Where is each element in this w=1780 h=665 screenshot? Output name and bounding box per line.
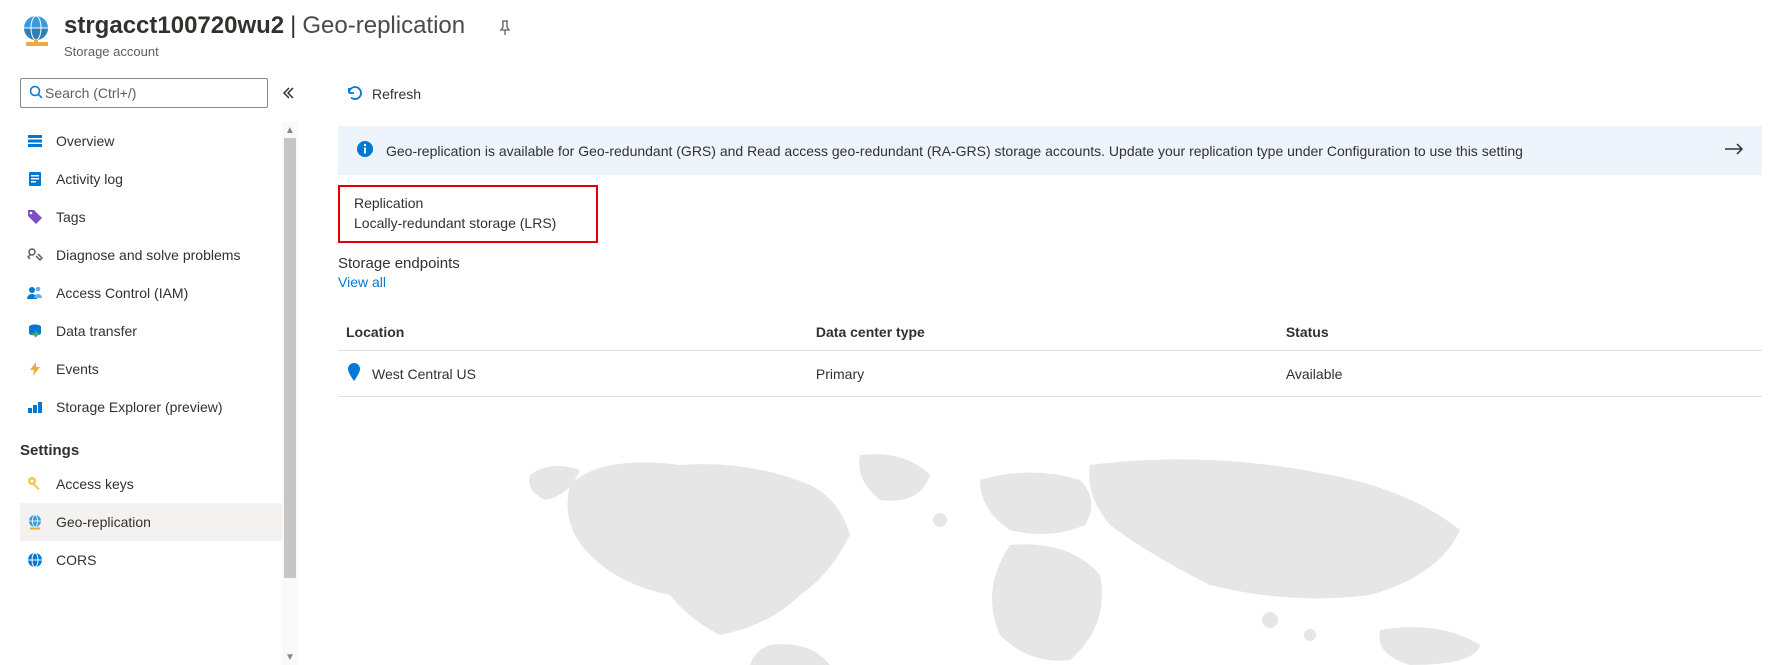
events-icon (26, 360, 44, 378)
sidebar-item-storage-explorer[interactable]: Storage Explorer (preview) (20, 388, 298, 426)
scroll-down-icon[interactable]: ▼ (282, 649, 298, 665)
sidebar-item-label: Access keys (56, 476, 134, 492)
sidebar-item-label: Overview (56, 133, 114, 149)
refresh-icon (346, 84, 364, 105)
sidebar-item-label: Tags (56, 209, 86, 225)
sidebar-item-data-transfer[interactable]: Data transfer (20, 312, 298, 350)
sidebar-item-label: Access Control (IAM) (56, 285, 188, 301)
sidebar-item-tags[interactable]: Tags (20, 198, 298, 236)
refresh-label: Refresh (372, 86, 421, 102)
row-dc-type: Primary (808, 351, 1278, 397)
sidebar-item-label: Geo-replication (56, 514, 151, 530)
collapse-sidebar-button[interactable] (278, 83, 298, 103)
sidebar-item-access-control[interactable]: Access Control (IAM) (20, 274, 298, 312)
globe-icon (20, 14, 54, 48)
tags-icon (26, 208, 44, 226)
sidebar-item-activity-log[interactable]: Activity log (20, 160, 298, 198)
access-keys-icon (26, 475, 44, 493)
main-content: Refresh Geo-replication is available for… (298, 74, 1780, 665)
row-location: West Central US (372, 366, 476, 382)
scrollbar-thumb[interactable] (284, 138, 296, 578)
blade-title: Geo-replication (302, 12, 465, 40)
sidebar-item-label: Diagnose and solve problems (56, 247, 240, 263)
cors-icon (26, 551, 44, 569)
location-pin-icon (346, 363, 362, 384)
sidebar-item-label: Activity log (56, 171, 123, 187)
storage-endpoints-label: Storage endpoints (338, 255, 1762, 272)
col-location: Location (338, 314, 808, 351)
pin-button[interactable] (493, 16, 517, 40)
table-row[interactable]: West Central US Primary Available (338, 351, 1762, 397)
info-banner: Geo-replication is available for Geo-red… (338, 126, 1762, 175)
sidebar-item-events[interactable]: Events (20, 350, 298, 388)
row-status: Available (1278, 351, 1762, 397)
replication-highlight-box: Replication Locally-redundant storage (L… (338, 185, 598, 243)
title-separator: | (284, 12, 302, 40)
world-map (338, 397, 1762, 665)
sidebar-group-settings: Settings (20, 426, 298, 465)
overview-icon (26, 132, 44, 150)
sidebar-item-access-keys[interactable]: Access keys (20, 465, 298, 503)
info-icon (356, 140, 374, 161)
sidebar: Overview Activity log Tags Diagnose and … (0, 74, 298, 665)
header-title-block: strgacct100720wu2 | Geo-replication Stor… (64, 12, 465, 59)
sidebar-item-label: CORS (56, 552, 96, 568)
sidebar-item-geo-replication[interactable]: Geo-replication (20, 503, 298, 541)
data-transfer-icon (26, 322, 44, 340)
info-banner-text: Geo-replication is available for Geo-red… (386, 143, 1523, 159)
toolbar: Refresh (338, 74, 1762, 114)
search-icon (29, 85, 43, 102)
info-banner-arrow-link[interactable] (1724, 140, 1744, 161)
search-input[interactable] (43, 84, 259, 102)
search-input-wrapper[interactable] (20, 78, 268, 108)
scroll-up-icon[interactable]: ▲ (282, 122, 298, 138)
view-all-link[interactable]: View all (338, 274, 1762, 290)
col-dc-type: Data center type (808, 314, 1278, 351)
diagnose-icon (26, 246, 44, 264)
sidebar-item-label: Data transfer (56, 323, 137, 339)
storage-explorer-icon (26, 398, 44, 416)
sidebar-item-overview[interactable]: Overview (20, 122, 298, 160)
col-status: Status (1278, 314, 1762, 351)
resource-name: strgacct100720wu2 (64, 12, 284, 40)
sidebar-item-label: Events (56, 361, 99, 377)
locations-table: Location Data center type Status West Ce… (338, 314, 1762, 397)
sidebar-item-cors[interactable]: CORS (20, 541, 298, 579)
resource-type: Storage account (64, 44, 465, 59)
sidebar-item-label: Storage Explorer (preview) (56, 399, 223, 415)
sidebar-scrollbar[interactable]: ▲ ▼ (282, 122, 298, 665)
refresh-button[interactable]: Refresh (338, 80, 429, 109)
access-control-icon (26, 284, 44, 302)
activity-log-icon (26, 170, 44, 188)
geo-replication-icon (26, 513, 44, 531)
sidebar-item-diagnose[interactable]: Diagnose and solve problems (20, 236, 298, 274)
replication-value: Locally-redundant storage (LRS) (354, 215, 582, 231)
blade-header: strgacct100720wu2 | Geo-replication Stor… (0, 0, 1780, 68)
sidebar-nav: Overview Activity log Tags Diagnose and … (20, 122, 298, 579)
replication-label: Replication (354, 195, 582, 211)
